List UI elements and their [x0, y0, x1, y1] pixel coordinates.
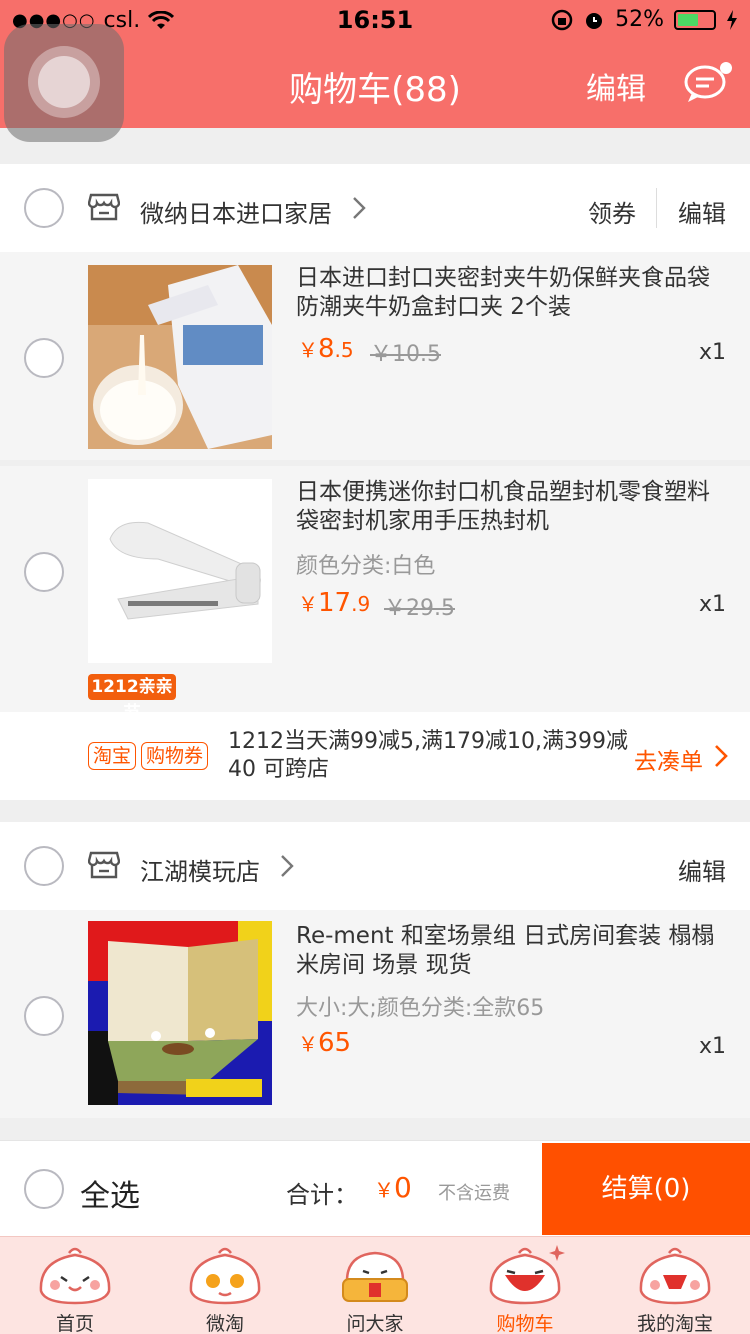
product-title[interactable]: 日本进口封口夹密封夹牛奶保鲜夹食品袋防潮夹牛奶盒封口夹 2个装	[296, 264, 726, 322]
select-all-label[interactable]: 全选	[80, 1171, 140, 1215]
item-select-radio[interactable]	[24, 552, 64, 592]
product-title[interactable]: Re-ment 和室场景组 日式房间套装 榻榻米房间 场景 现货	[296, 922, 726, 980]
total-amount: 0	[394, 1171, 412, 1204]
tab-label: 首页	[55, 1313, 94, 1334]
tab-cart[interactable]: 购物车	[450, 1237, 600, 1334]
price-int: 8	[318, 334, 335, 364]
divider	[656, 188, 657, 228]
lock-rotation-icon	[551, 9, 573, 30]
tab-bar: 首页 微淘 问大家 购物车 我的淘宝	[0, 1236, 750, 1334]
price-int: 65	[318, 1028, 352, 1058]
shop-name[interactable]: 江湖模玩店	[140, 852, 260, 887]
charging-icon	[727, 9, 737, 30]
tab-label: 问大家	[346, 1313, 404, 1334]
chevron-right-icon[interactable]	[352, 196, 366, 220]
chevron-right-icon[interactable]	[714, 744, 728, 768]
tab-ask[interactable]: 问大家	[300, 1237, 450, 1334]
currency-symbol: ￥	[374, 1178, 394, 1202]
product-spec: 颜色分类:白色	[296, 554, 436, 579]
original-price: ￥10.5	[370, 342, 441, 367]
assistive-touch-button[interactable]	[4, 24, 124, 142]
header-edit-button[interactable]: 编辑	[586, 64, 646, 108]
taobao-tag: 淘宝	[88, 742, 137, 770]
shop-header: 微纳日本进口家居 领券 编辑	[0, 164, 750, 252]
item-select-radio[interactable]	[24, 996, 64, 1036]
promo-text: 1212当天满99减5,满179减10,满399减40 可跨店	[228, 729, 628, 782]
checkout-button[interactable]: 结算(0)	[542, 1143, 750, 1235]
total-value: ￥0	[374, 1171, 412, 1204]
mascot-icon	[342, 1251, 408, 1302]
message-icon[interactable]	[683, 62, 733, 106]
chevron-right-icon[interactable]	[280, 854, 294, 878]
shop-edit-button[interactable]: 编辑	[678, 852, 726, 887]
mascot-icon	[489, 1245, 565, 1305]
total-label: 合计：	[286, 1181, 358, 1209]
tab-label: 我的淘宝	[636, 1313, 713, 1334]
product-image[interactable]	[88, 479, 272, 663]
shop-header: 江湖模玩店 编辑	[0, 822, 750, 910]
mascot-icon	[39, 1247, 111, 1305]
price-int: 17	[318, 588, 352, 618]
item-select-radio[interactable]	[24, 338, 64, 378]
quantity: x1	[698, 1034, 726, 1059]
cart-item[interactable]: 日本进口封口夹密封夹牛奶保鲜夹食品袋防潮夹牛奶盒封口夹 2个装 ￥8.5 ￥10…	[0, 252, 750, 460]
quantity: x1	[698, 340, 726, 365]
add-items-link[interactable]: 去凑单	[634, 742, 703, 776]
product-image[interactable]	[88, 921, 272, 1105]
promo-row: 淘宝 购物券 1212当天满99减5,满179减10,满399减40 可跨店 去…	[0, 712, 750, 800]
price-decimal: .5	[334, 338, 354, 362]
tab-home[interactable]: 首页	[0, 1237, 150, 1334]
tab-weitao[interactable]: 微淘	[150, 1237, 300, 1334]
store-icon	[88, 193, 120, 221]
quantity: x1	[698, 592, 726, 617]
battery-icon	[674, 9, 716, 30]
cart-item[interactable]: Re-ment 和室场景组 日式房间套装 榻榻米房间 场景 现货 大小:大;颜色…	[0, 910, 750, 1118]
tab-label: 微淘	[205, 1313, 244, 1334]
shop-name[interactable]: 微纳日本进口家居	[140, 194, 332, 229]
store-icon	[88, 851, 120, 879]
currency-symbol: ￥	[298, 592, 318, 616]
currency-symbol: ￥	[298, 338, 318, 362]
alarm-icon	[586, 12, 603, 29]
original-price: ￥29.5	[384, 596, 455, 621]
coupon-tag: 购物券	[141, 742, 209, 770]
product-image[interactable]	[88, 265, 272, 449]
tab-label: 购物车	[496, 1313, 554, 1334]
shop-select-radio[interactable]	[24, 188, 64, 228]
shipping-note: 不含运费	[438, 1183, 510, 1204]
currency-symbol: ￥	[298, 1032, 318, 1056]
price-decimal: .9	[351, 592, 371, 616]
product-price: ￥8.5	[298, 334, 354, 364]
checkout-bar: 全选 合计： ￥0 不含运费 结算(0)	[0, 1140, 750, 1236]
cart-list: 微纳日本进口家居 领券 编辑 日本进口封口夹密封夹牛奶保鲜夹食品袋防潮夹牛奶盒封…	[0, 128, 750, 1140]
product-title[interactable]: 日本便携迷你封口机食品塑封机零食塑料袋密封机家用手压热封机	[296, 478, 726, 536]
product-spec: 大小:大;颜色分类:全款65	[296, 996, 545, 1021]
mascot-icon	[189, 1247, 261, 1305]
mascot-icon	[639, 1247, 711, 1305]
shop-select-radio[interactable]	[24, 846, 64, 886]
product-price: ￥65	[298, 1028, 351, 1058]
battery-percent: 52%	[615, 7, 664, 32]
select-all-radio[interactable]	[24, 1169, 64, 1209]
coupon-button[interactable]: 领券	[588, 194, 636, 229]
tab-my-taobao[interactable]: 我的淘宝	[600, 1237, 750, 1334]
product-price: ￥17.9	[298, 588, 370, 618]
shop-edit-button[interactable]: 编辑	[678, 194, 726, 229]
promo-badge: 1212亲亲节	[88, 674, 176, 723]
